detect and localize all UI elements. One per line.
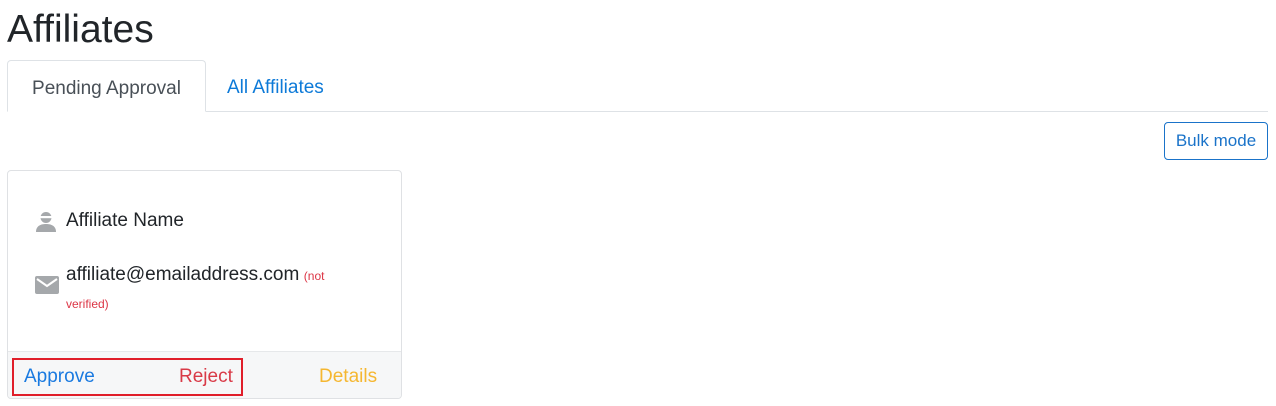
affiliate-email-block: affiliate@emailaddress.com (not verified… xyxy=(66,261,366,318)
affiliate-card-footer: Approve Reject Details xyxy=(8,351,401,398)
approve-link[interactable]: Approve xyxy=(24,364,95,390)
affiliate-name-row: Affiliate Name xyxy=(34,209,184,233)
details-link[interactable]: Details xyxy=(319,364,377,390)
person-icon xyxy=(34,209,58,233)
affiliate-tabs: Pending Approval All Affiliates xyxy=(7,60,1268,112)
tab-pending-approval[interactable]: Pending Approval xyxy=(7,60,206,112)
bulk-mode-button[interactable]: Bulk mode xyxy=(1164,122,1268,160)
mail-icon xyxy=(34,275,60,295)
affiliates-page: Affiliates Pending Approval All Affiliat… xyxy=(0,0,1276,406)
affiliate-card: Affiliate Name affiliate@emailaddress.co… xyxy=(7,170,402,399)
page-title: Affiliates xyxy=(7,8,154,51)
tab-all-affiliates[interactable]: All Affiliates xyxy=(206,60,344,111)
affiliate-name: Affiliate Name xyxy=(66,210,184,231)
reject-link[interactable]: Reject xyxy=(179,364,233,390)
affiliate-card-body: Affiliate Name affiliate@emailaddress.co… xyxy=(8,171,401,351)
affiliate-email: affiliate@emailaddress.com xyxy=(66,264,300,285)
